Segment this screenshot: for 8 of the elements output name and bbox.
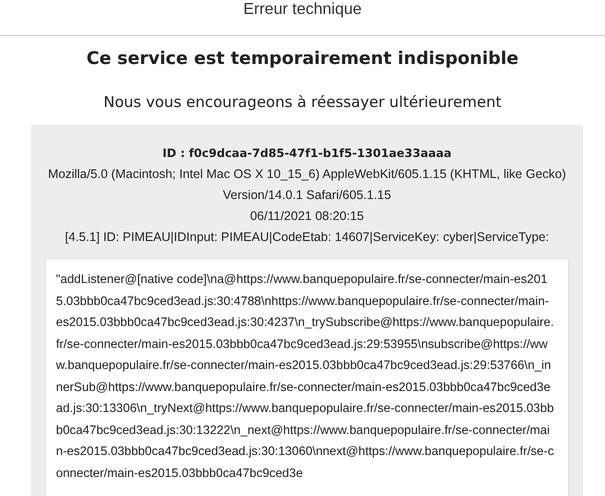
- error-title: Ce service est temporairement indisponible: [86, 48, 520, 71]
- error-id: ID : f0c9dcaa-7d85-47f1-b1f5-1301ae33aaaa: [161, 145, 452, 162]
- detail-line: [4.5.1] ID: PIMEAU|IDInput: PIMEAU|CodeEtab: 14607|ServiceKey: cyber|ServiceType:: [64, 229, 550, 246]
- detail-line: Mozilla/5.0 (Macintosh; Intel Mac OS X 10_15_6) AppleWebKit/605.1.15 (KHTML, like Gecko) Version/14.0.1 Safari/605.1.15: [46, 166, 568, 204]
- page-header-title: Erreur technique: [243, 0, 362, 20]
- stack-trace-text: "addListener@[native code]\na@https://www.banquepopulaire.fr/se-connecter/main-es2015.03bbb0ca47bc9ced3ead.js:30:4788\nhttps://www.banquepopulaire.fr/se-connecter/main-es2015.03bbb0ca47bc9ced3ead.js:30:4237\n_trySubscribe@https://www.banquepopulaire.fr/se-connecter/main-es2015.03bbb0ca47bc9ced3ead.js:29:53955\nsubscribe@https://www.banquepopulaire.fr/se-connecter/main-es2015.03bbb0ca47bc9ced3ead.js:29:53766\n_innerSub@https://www.banquepopulaire.fr/se-connecter/main-es2015.03bbb0ca47bc9ced3ead.js:30:13306\n_tryNext@https://www.banquepopulaire.fr/se-connecter/main-es2015.03bbb0ca47bc9ced3ead.js:30:13222\n_next@https://www.banquepopulaire.fr/se-connecter/main-es2015.03bbb0ca47bc9ced3ead.js:30:13060\nnext@https://www.banquepopulaire.fr/se-connecter/main-es2015.03bbb0ca47bc9ced3e: [56, 271, 554, 482]
- error-subtitle: Nous vous encourageons à réessayer ultérieurement: [102, 92, 502, 112]
- detail-line: 06/11/2021 08:20:15: [249, 208, 365, 225]
